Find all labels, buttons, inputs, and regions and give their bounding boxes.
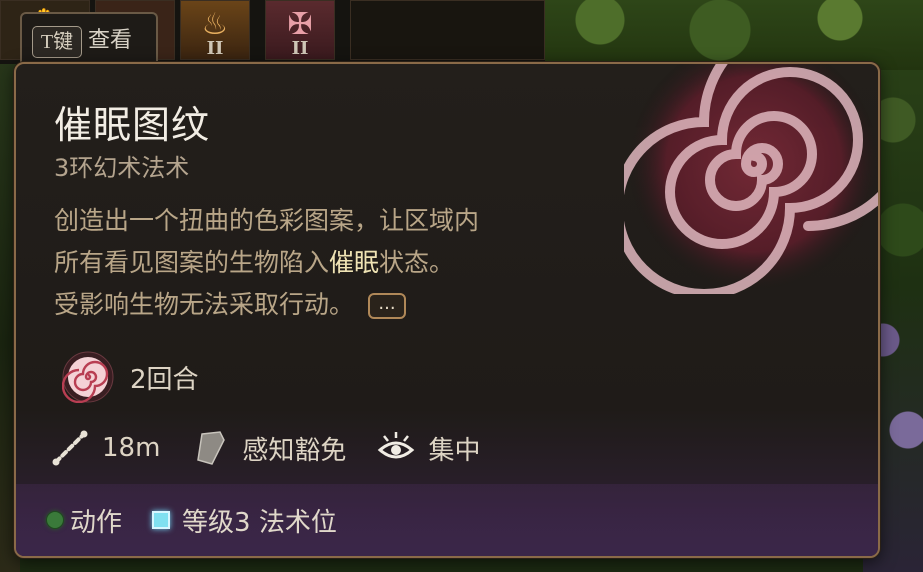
action-icon (46, 511, 64, 529)
description-text: 受影响生物无法采取行动。 (54, 290, 355, 319)
description-line: 创造出一个扭曲的色彩图案，让区域内 (54, 206, 480, 235)
hypnotic-spiral-icon (624, 64, 878, 294)
spell-slot-label: 等级3 法术位 (182, 507, 337, 538)
duration-value: 2回合 (130, 364, 199, 395)
action-cost: 动作 (46, 502, 122, 539)
hypnotized-keyword[interactable]: 催眠 (329, 248, 379, 277)
spell-tooltip: 催眠图纹 3环幻术法术 创造出一个扭曲的色彩图案，让区域内 所有看见图案的生物陷… (14, 62, 880, 558)
duration-row: 2回合 (62, 350, 199, 404)
range-icon (52, 430, 88, 466)
hotbar-empty-slots (350, 0, 545, 60)
spell-level-school: 3环幻术法术 (54, 154, 190, 182)
concentration-stat: 集中 (376, 428, 480, 468)
save-value: 感知豁免 (242, 435, 347, 466)
saving-throw-icon (197, 431, 226, 465)
figure-spell-icon: ✠ (287, 7, 313, 42)
concentration-eye-icon (378, 432, 415, 459)
keybind-icon: T键 (32, 26, 82, 58)
range-stat: 18m (50, 428, 160, 468)
save-stat: 感知豁免 (190, 428, 346, 468)
cost-footer: 动作 等级3 法术位 (16, 484, 878, 556)
examine-label: 查看 (88, 28, 133, 53)
fire-spell-icon: ♨ (201, 7, 229, 42)
description-text: 所有看见图案的生物陷入 (54, 248, 330, 277)
foliage-top (540, 0, 923, 70)
spell-description: 创造出一个扭曲的色彩图案，让区域内 所有看见图案的生物陷入催眠状态。 受影响生物… (54, 200, 479, 326)
concentration-label: 集中 (428, 435, 481, 466)
spell-rank: II (206, 38, 224, 59)
spell-stats: 18m 感知豁免 集中 (50, 424, 510, 472)
description-text: 状态。 (379, 248, 455, 277)
hotbar-slot-3[interactable]: ♨ II (180, 0, 250, 60)
examine-tab[interactable]: T键 查看 (20, 12, 158, 64)
range-value: 18m (102, 433, 161, 463)
more-info-button[interactable]: ... (368, 293, 407, 319)
spell-rank: II (291, 38, 309, 59)
spell-slot-cost: 等级3 法术位 (152, 502, 337, 539)
action-label: 动作 (70, 507, 123, 538)
spiral-duration-icon (62, 351, 114, 403)
spell-slot-icon (152, 511, 171, 529)
spell-name: 催眠图纹 (54, 103, 211, 147)
description-line: 受影响生物无法采取行动。... (54, 284, 479, 326)
hotbar-slot-4[interactable]: ✠ II (265, 0, 335, 60)
description-line: 所有看见图案的生物陷入催眠状态。 (54, 242, 479, 284)
